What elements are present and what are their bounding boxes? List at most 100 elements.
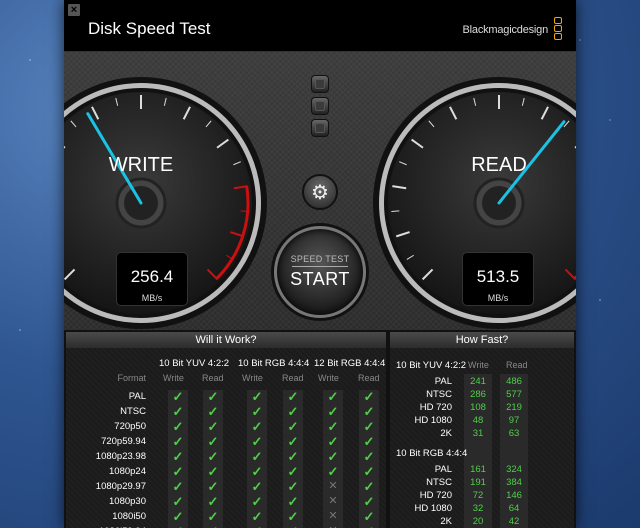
read-column-header: Read [506,360,528,370]
read-speed: 219 [506,402,522,413]
check-icon: ✓ [207,434,219,449]
check-icon: ✓ [207,464,219,479]
check-icon: ✓ [287,464,299,479]
write-speed: 286 [470,389,486,400]
format-group-header: 10 Bit RGB 4:4:4 [238,358,310,369]
check-icon: ✓ [363,419,375,434]
write-column-header: Write [163,373,184,383]
write-speed: 161 [470,464,486,475]
read-speed: 146 [506,490,522,501]
write-speed-value: 256.4 [130,267,174,286]
check-icon: ✓ [172,494,184,509]
format-name: NTSC [426,389,452,400]
check-icon: ✓ [172,509,184,524]
write-speed: 241 [470,376,486,387]
app-title: Disk Speed Test [88,19,211,38]
will-it-work-table: Will it Work? 10 Bit YUV 4:2:2 Write Read 1… [66,332,386,528]
write-speed: 108 [470,402,486,413]
blackmagic-logo-icon [554,17,562,41]
write-column-header: Write [468,360,489,370]
check-icon: ✓ [172,479,184,494]
read-readout: 513.5 MB/s [462,252,534,306]
check-icon: ✓ [363,464,375,479]
format-name: HD 720 [419,402,452,413]
format-name: 1080i50 [112,511,146,522]
start-button-caption: SPEED TEST [290,254,350,264]
check-icon: ✓ [363,494,375,509]
close-icon[interactable]: × [68,4,80,16]
read-gauge-label: READ [471,154,527,176]
check-icon: ✓ [327,404,339,419]
format-group-header: 10 Bit YUV 4:2:2 [159,358,230,369]
how-fast-table: How Fast? Write Read 10 Bit YUV 4:2:2 PAL 24… [390,332,574,528]
check-icon: ✓ [287,419,299,434]
check-icon: ✓ [251,494,263,509]
format-name: PAL [128,391,146,402]
write-speed: 20 [472,516,484,527]
check-icon: ✓ [251,464,263,479]
read-column-header: Read [202,373,224,383]
check-icon: ✓ [207,404,219,419]
check-icon: ✓ [363,479,375,494]
check-icon: ✓ [327,449,339,464]
check-icon: ✓ [207,419,219,434]
status-light [311,97,329,115]
format-name: 1080p24 [109,466,146,477]
check-icon: ✓ [172,389,184,404]
format-name: HD 1080 [414,415,453,426]
check-icon: ✓ [363,404,375,419]
check-icon: ✓ [207,449,219,464]
write-gauge: WRITE 256.4 MB/s [64,74,270,332]
check-icon: ✓ [363,449,375,464]
status-light [311,119,329,137]
read-speed: 324 [506,464,522,475]
read-column-header: Read [358,373,380,383]
format-name: 720p50 [114,421,146,432]
check-icon: ✓ [172,449,184,464]
check-icon: ✓ [172,419,184,434]
read-speed: 42 [508,516,520,527]
read-speed: 577 [506,389,522,400]
cross-icon: ✕ [328,480,338,492]
format-group-header: 10 Bit RGB 4:4:4 [396,448,468,459]
read-gauge-tick [391,210,400,212]
check-icon: ✓ [172,464,184,479]
will-it-work-body: 10 Bit YUV 4:2:2 Write Read 10 Bit RGB 4:4:… [66,348,386,528]
write-speed: 32 [472,503,484,514]
check-icon: ✓ [287,494,299,509]
check-icon: ✓ [327,464,339,479]
write-readout: 256.4 MB/s [116,252,188,306]
settings-button[interactable]: ⚙ [302,174,338,210]
check-icon: ✓ [207,389,219,404]
check-icon: ✓ [172,434,184,449]
status-lights [311,75,329,141]
check-icon: ✓ [287,509,299,524]
check-icon: ✓ [287,434,299,449]
check-icon: ✓ [327,434,339,449]
read-speed: 486 [506,376,522,387]
format-name: HD 720 [419,490,452,501]
check-icon: ✓ [251,404,263,419]
format-name: PAL [434,376,452,387]
start-button-label: START [290,269,350,289]
check-icon: ✓ [207,509,219,524]
cross-icon: ✕ [328,495,338,507]
brand-name: Blackmagicdesign [462,24,549,36]
format-group-header: 12 Bit RGB 4:4:4 [314,358,386,369]
check-icon: ✓ [172,404,184,419]
check-icon: ✓ [327,389,339,404]
check-icon: ✓ [207,494,219,509]
check-icon: ✓ [363,509,375,524]
speed-test-start-button[interactable]: SPEED TEST START [274,226,366,318]
check-icon: ✓ [251,479,263,494]
check-icon: ✓ [251,389,263,404]
write-speed: 48 [472,415,484,426]
check-icon: ✓ [287,479,299,494]
format-name: 2K [440,516,452,527]
results-tables: Will it Work? 10 Bit YUV 4:2:2 Write Read 1… [64,330,576,528]
check-icon: ✓ [251,449,263,464]
format-name: 1080p23.98 [95,451,146,462]
read-gauge: READ 513.5 MB/s [370,74,576,332]
check-icon: ✓ [251,509,263,524]
format-name: 2K [440,428,452,439]
